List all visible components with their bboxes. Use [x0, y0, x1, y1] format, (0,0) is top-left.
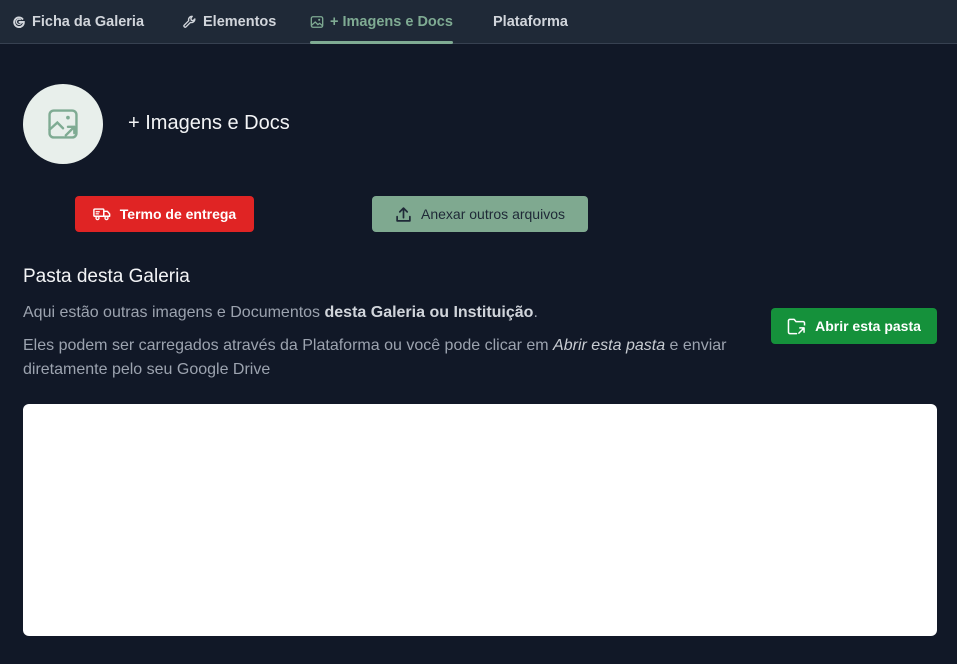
tab-label: + Imagens e Docs [330, 14, 453, 30]
truck-icon [92, 208, 111, 221]
tab-label: Ficha da Galeria [32, 14, 145, 30]
tab-label: Elementos [203, 14, 277, 30]
tab-bar: Ficha da Galeria Elementos + Imagens e D… [0, 0, 957, 44]
desc2-italic: Abrir esta pasta [553, 337, 666, 354]
folder-description-1: Aqui estão outras imagens e Documentos d… [23, 302, 763, 324]
desc1-prefix: Aqui estão outras imagens e Documentos [23, 304, 325, 321]
anexar-outros-arquivos-button[interactable]: Anexar outros arquivos [372, 196, 588, 232]
abrir-label: Abrir esta pasta [815, 318, 921, 334]
termo-label: Termo de entrega [119, 206, 237, 222]
upload-icon [396, 206, 411, 222]
wrench-icon [183, 15, 196, 28]
tab-imagens-e-docs[interactable]: + Imagens e Docs [310, 0, 453, 44]
tab-elementos[interactable]: Elementos [183, 0, 276, 44]
tab-plataforma[interactable]: Plataforma [493, 0, 568, 44]
termo-de-entrega-button[interactable]: Termo de entrega [75, 196, 254, 232]
image-icon [310, 16, 324, 28]
page-title: + Imagens e Docs [128, 112, 290, 134]
tab-ficha-da-galeria[interactable]: Ficha da Galeria [12, 0, 144, 44]
desc1-bold: desta Galeria ou Instituição [324, 304, 534, 321]
tab-label: Plataforma [493, 14, 568, 30]
folder-icon [787, 318, 806, 334]
anexar-label: Anexar outros arquivos [421, 206, 565, 222]
section-avatar [23, 84, 103, 164]
desc1-suffix: . [533, 304, 538, 321]
folder-embed-panel[interactable] [23, 404, 937, 636]
desc2-prefix: Eles podem ser carregados através da Pla… [23, 337, 554, 354]
folder-description-2: Eles podem ser carregados através da Pla… [23, 334, 783, 382]
abrir-esta-pasta-button[interactable]: Abrir esta pasta [771, 308, 937, 344]
image-arrow-icon [48, 109, 78, 139]
folder-section-title: Pasta desta Galeria [23, 266, 190, 287]
gallery-g-icon [13, 16, 25, 28]
